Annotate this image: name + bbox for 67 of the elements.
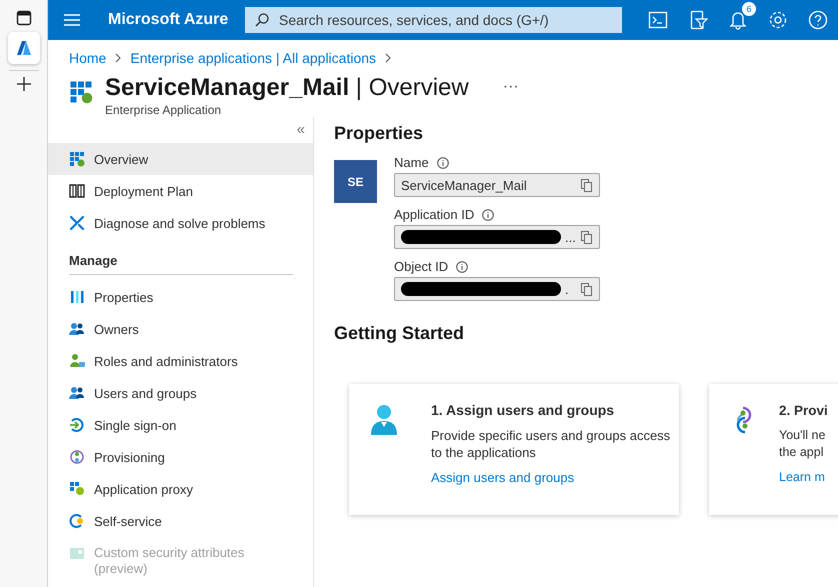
sidebar-item[interactable]: Users and groups: [48, 377, 313, 409]
settings-icon[interactable]: [768, 10, 788, 30]
person-icon: [69, 353, 85, 369]
bars-icon: [69, 289, 85, 305]
field-label: Application ID: [394, 207, 474, 222]
add-icon[interactable]: [16, 77, 30, 91]
copy-icon[interactable]: [581, 230, 593, 244]
azure-logo: [16, 40, 32, 56]
info-icon[interactable]: [436, 156, 449, 168]
info-icon[interactable]: [456, 260, 468, 272]
search-field[interactable]: Search resources, services, and docs (G+/): [245, 7, 622, 33]
grid-icon: [69, 481, 85, 497]
card-link[interactable]: Assign users and groups: [431, 469, 679, 486]
page-subtitle: Enterprise Application: [105, 103, 222, 117]
breadcrumb-link[interactable]: Enterprise applications | All applications: [130, 50, 376, 66]
readonly-field[interactable]: ServiceManager_Mail: [394, 173, 600, 197]
card-text: You'll ne: [779, 427, 826, 444]
card-title: 1. Assign users and groups: [431, 402, 616, 419]
menu-icon[interactable]: [64, 14, 80, 26]
chevron-icon: [114, 53, 122, 63]
copy-icon[interactable]: [581, 282, 593, 296]
help-icon[interactable]: [808, 10, 828, 30]
person-icon: [369, 404, 399, 436]
app-grid-icon: [69, 80, 93, 104]
sign-in-icon: [69, 417, 85, 433]
sidebar-item[interactable]: Roles and administrators: [48, 345, 313, 377]
info-icon[interactable]: [482, 208, 494, 220]
people-icon: [69, 385, 85, 401]
section-heading: Manage: [69, 239, 293, 275]
sidebar-item[interactable]: Provisioning: [48, 441, 313, 473]
sidebar-item[interactable]: Diagnose and solve problems: [48, 207, 313, 239]
chevron-icon: [384, 53, 392, 63]
sidebar-item[interactable]: Self-service: [48, 505, 313, 537]
card-text: Provide specific users and groups access to the applications: [431, 427, 672, 461]
page-title: ServiceManager_Mail | Overview: [105, 74, 469, 102]
sidebar-item[interactable]: Overview: [48, 143, 313, 175]
tabs-icon[interactable]: [16, 10, 32, 26]
card-text: the appl: [779, 444, 824, 461]
overview-icon: [69, 151, 85, 167]
cycle-icon: [69, 449, 85, 465]
collapse-button[interactable]: «: [296, 121, 305, 138]
more-button[interactable]: ···: [502, 78, 519, 96]
search-icon: [255, 13, 269, 27]
sidebar-item[interactable]: Owners: [48, 313, 313, 345]
field-label: Name: [394, 155, 429, 170]
sidebar-item[interactable]: Properties: [48, 281, 313, 313]
azure-tab[interactable]: [8, 32, 40, 64]
field-label: Object ID: [394, 259, 448, 274]
notifications-icon[interactable]: [728, 10, 748, 30]
filter-icon[interactable]: [688, 10, 708, 30]
sidebar-item[interactable]: Deployment Plan: [48, 175, 313, 207]
section-heading: Getting Started: [334, 323, 466, 344]
app-avatar: SE: [334, 160, 377, 203]
people-icon: [69, 321, 85, 337]
card-icon: [69, 545, 85, 561]
readonly-field[interactable]: .: [394, 277, 600, 301]
terminal-icon[interactable]: [648, 10, 668, 30]
notification-badge: 6: [742, 2, 756, 16]
breadcrumb-link[interactable]: Home: [69, 50, 106, 66]
sidebar-item[interactable]: Single sign-on: [48, 409, 313, 441]
brand-name[interactable]: Microsoft Azure: [108, 11, 245, 29]
sidebar-item[interactable]: Application proxy: [48, 473, 313, 505]
section-heading: Properties: [334, 123, 424, 144]
copy-icon[interactable]: [581, 178, 593, 192]
card-title: 2. Provi: [779, 402, 829, 419]
card-link[interactable]: Learn m: [779, 469, 838, 486]
readonly-field[interactable]: ...: [394, 225, 600, 249]
